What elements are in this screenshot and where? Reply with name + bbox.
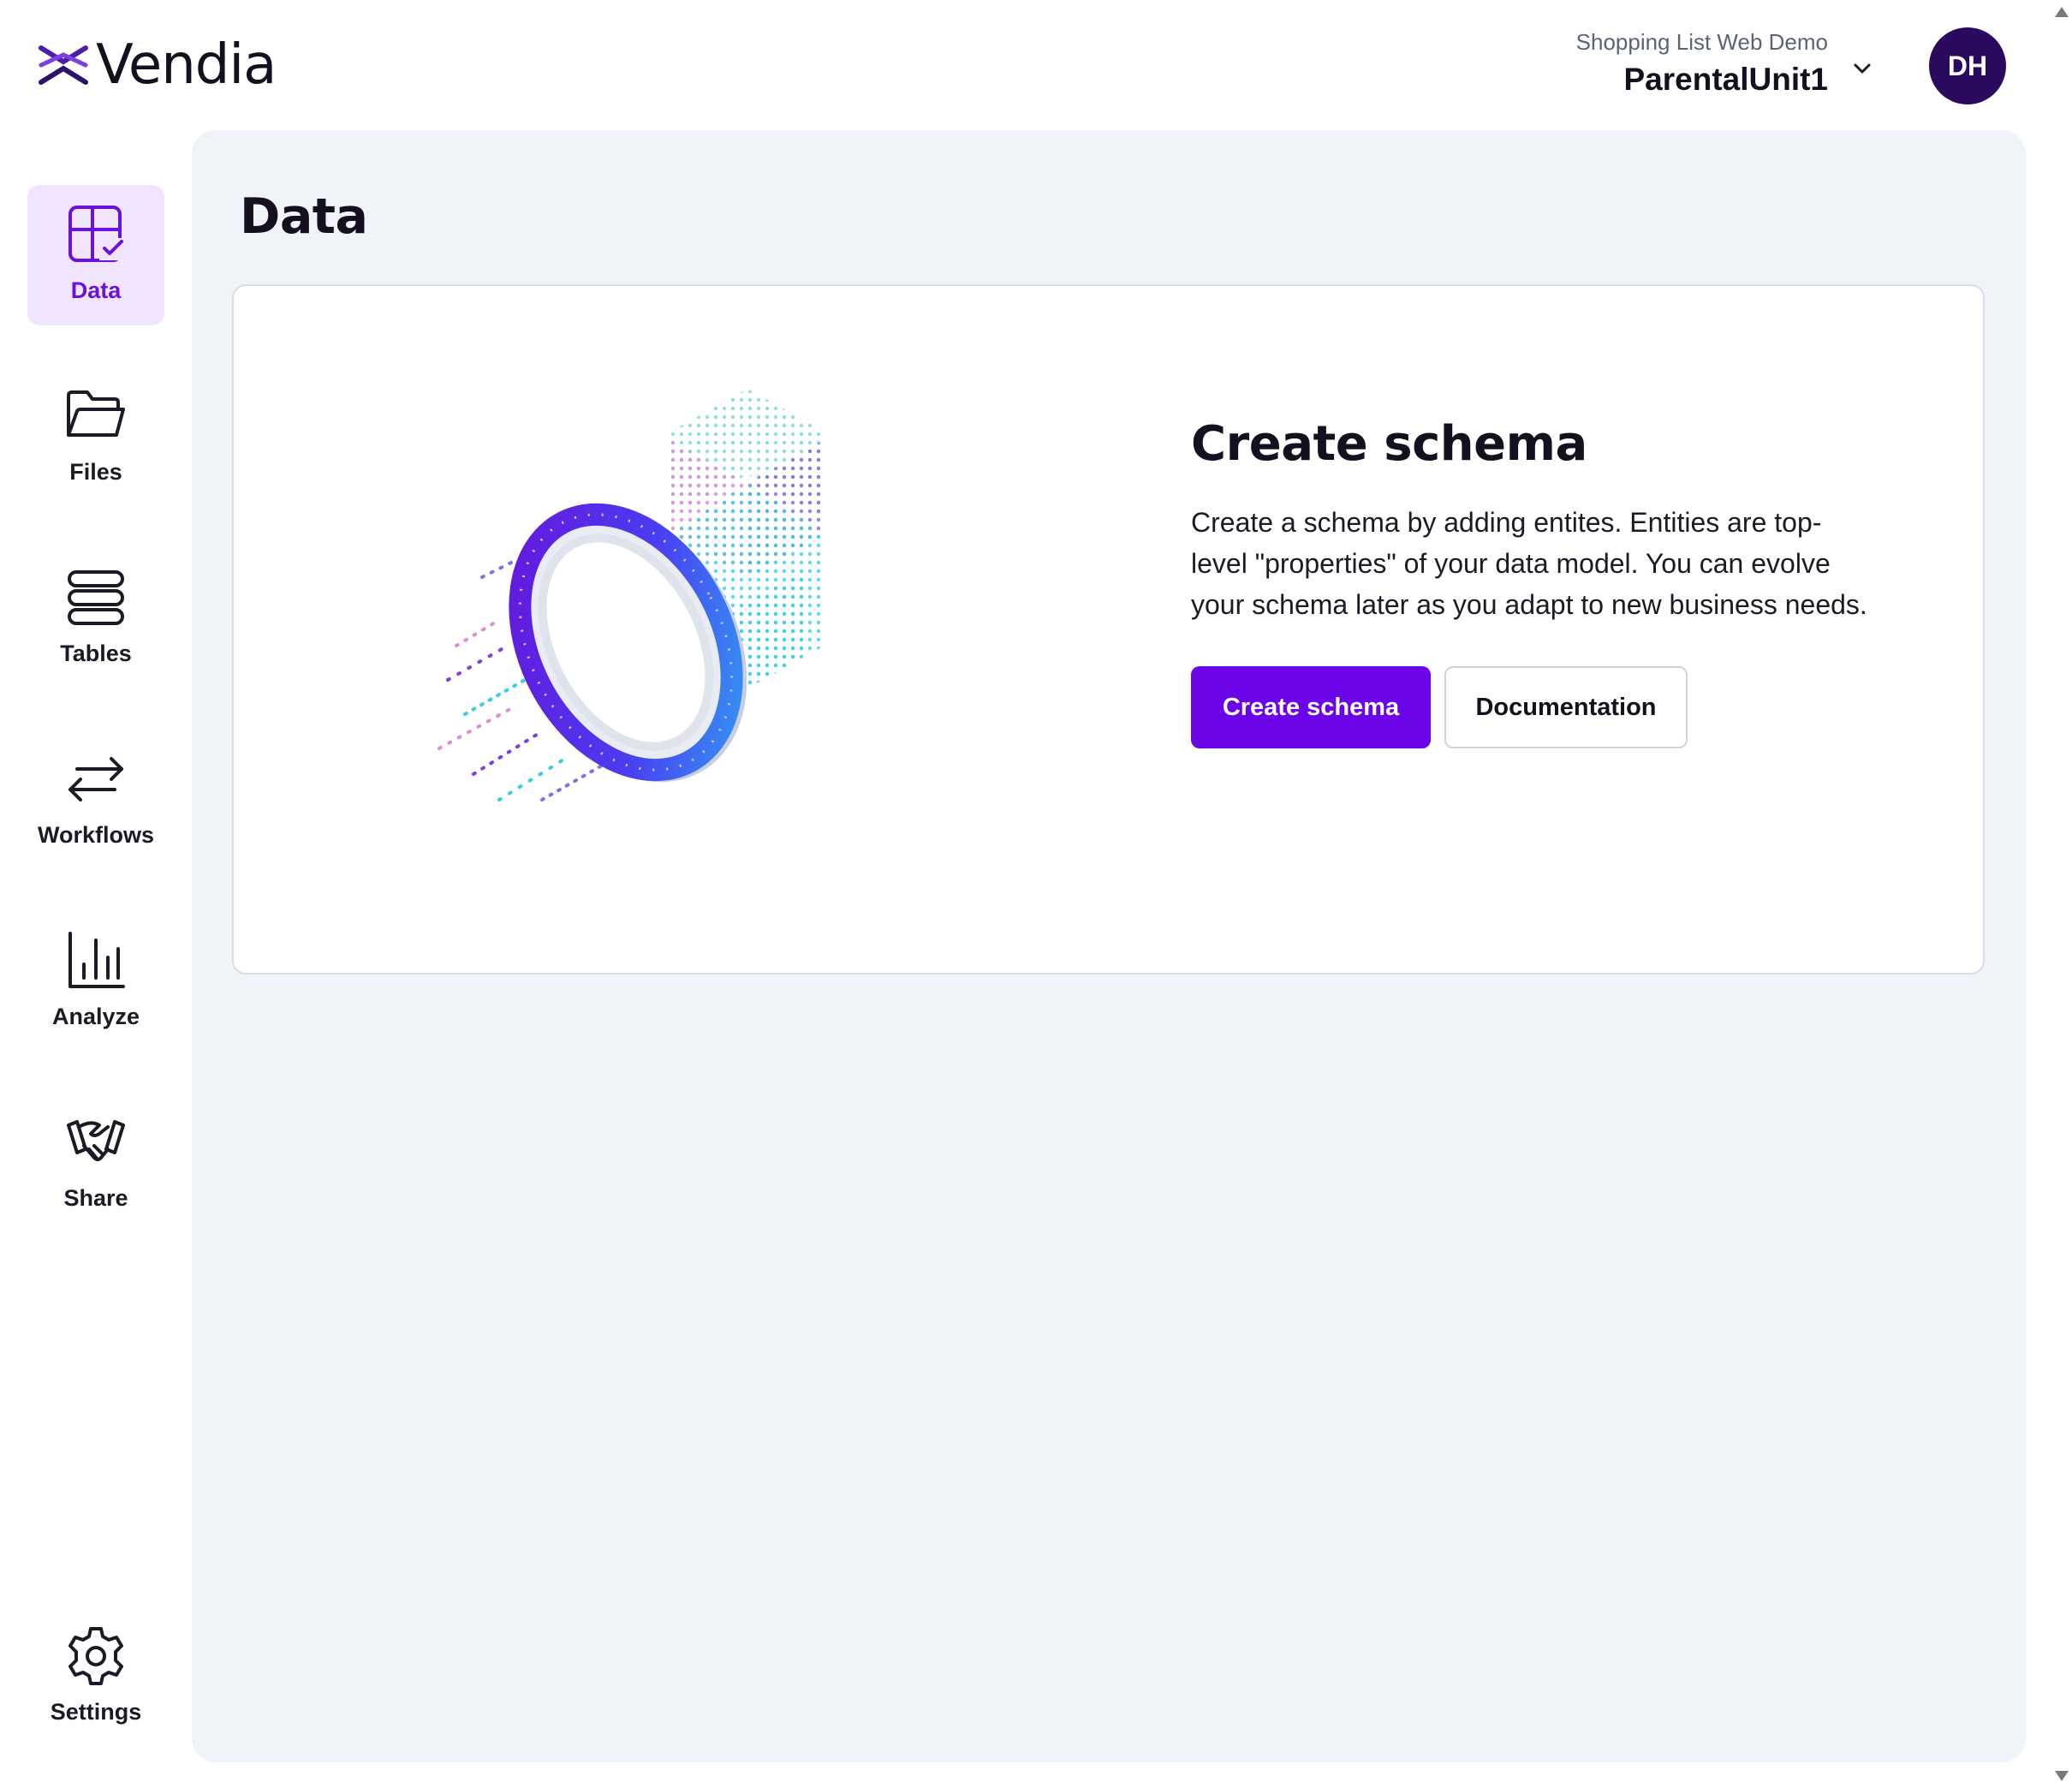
- sidebar-item-settings[interactable]: Settings: [27, 1606, 164, 1747]
- sidebar-item-files[interactable]: Files: [27, 367, 164, 507]
- vendia-logo[interactable]: Vendia: [38, 33, 277, 97]
- workflows-icon: [68, 757, 123, 802]
- scroll-up-icon[interactable]: [2055, 7, 2069, 17]
- sidebar-item-label: Share: [63, 1185, 128, 1211]
- sidebar-item-label: Workflows: [37, 822, 154, 848]
- schema-illustration: [438, 389, 825, 802]
- cta-description: Create a schema by adding entites. Entit…: [1191, 507, 1867, 620]
- sidebar-item-label: Data: [70, 277, 122, 303]
- page-title: Data: [240, 188, 368, 245]
- create-schema-card: Create schema Create a schema by adding …: [232, 284, 1985, 974]
- sidebar-item-share[interactable]: Share: [27, 1093, 164, 1233]
- cta-actions: Create schema Documentation: [1191, 666, 1893, 748]
- cta-title: Create schema: [1191, 416, 1587, 472]
- sidebar-nav: Data Files Tables Workflows Analyze Shar…: [0, 128, 192, 1788]
- folder-icon: [67, 390, 125, 437]
- user-avatar[interactable]: DH: [1929, 27, 2006, 104]
- sidebar-item-label: Tables: [60, 641, 132, 666]
- account-switcher[interactable]: Shopping List Web Demo ParentalUnit1: [1520, 27, 1879, 104]
- app-header: Vendia Shopping List Web Demo ParentalUn…: [0, 0, 2072, 128]
- gear-icon: [68, 1627, 123, 1685]
- documentation-button[interactable]: Documentation: [1444, 666, 1688, 748]
- scroll-down-icon[interactable]: [2055, 1771, 2069, 1781]
- create-schema-cta: Create schema Create a schema by adding …: [1191, 414, 1893, 748]
- account-subtitle: Shopping List Web Demo: [1575, 29, 1828, 55]
- sidebar-item-data[interactable]: Data: [27, 185, 164, 325]
- tables-icon: [68, 570, 124, 625]
- bar-chart-icon: [68, 932, 125, 988]
- data-grid-icon: [68, 206, 125, 262]
- sidebar-item-tables[interactable]: Tables: [27, 548, 164, 688]
- account-name: ParentalUnit1: [1623, 62, 1828, 97]
- page-scrollbar[interactable]: [2050, 0, 2072, 1788]
- sidebar-item-analyze[interactable]: Analyze: [27, 911, 164, 1052]
- main-panel: Data Create schema Create a schema by ad…: [192, 130, 2026, 1762]
- sidebar-item-label: Files: [69, 459, 122, 485]
- sidebar-item-label: Settings: [50, 1699, 142, 1725]
- logo-text: Vendia: [96, 33, 277, 97]
- sidebar-item-label: Analyze: [51, 1004, 140, 1029]
- chevron-down-icon: [1854, 63, 1871, 74]
- handshake-icon: [67, 1120, 125, 1161]
- vendia-logo-icon: [39, 45, 88, 85]
- create-schema-button[interactable]: Create schema: [1191, 666, 1431, 748]
- sidebar-item-workflows[interactable]: Workflows: [27, 730, 164, 870]
